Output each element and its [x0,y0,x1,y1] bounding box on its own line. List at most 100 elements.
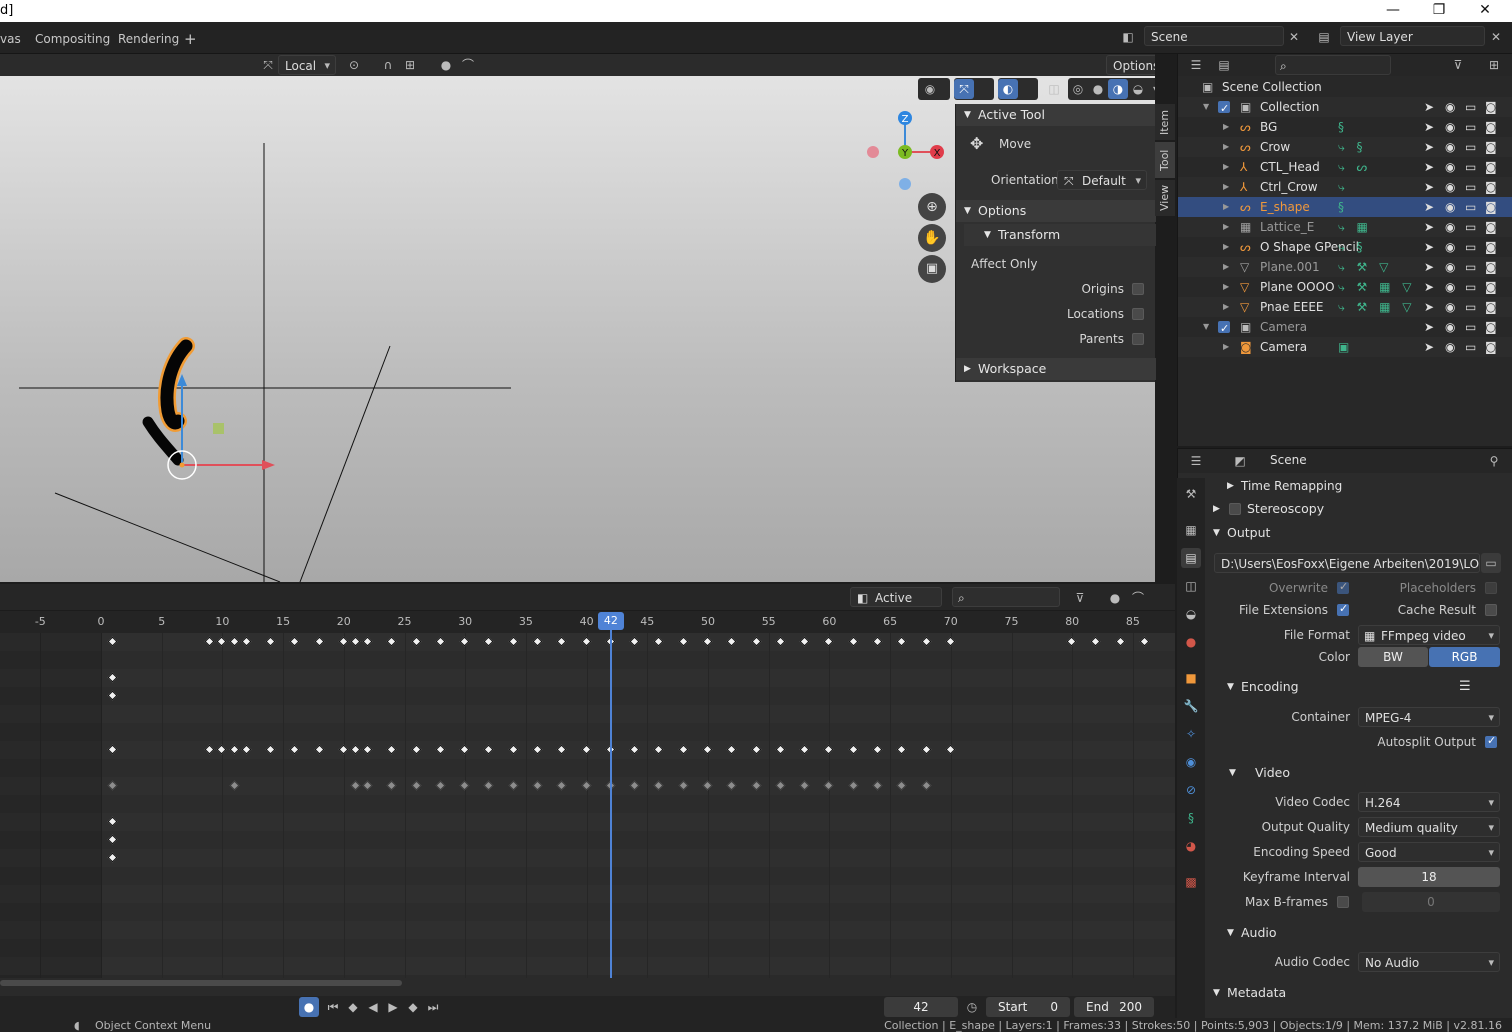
end-frame-field[interactable]: End 200 [1074,997,1154,1017]
encoding-speed-dropdown[interactable]: Good [1358,842,1500,863]
monitor-icon[interactable]: ▭ [1465,197,1476,217]
disclosure-icon[interactable]: ▼ [1203,317,1209,337]
monitor-icon[interactable]: ▭ [1465,257,1476,277]
play-reverse-icon[interactable]: ◀ [363,997,383,1017]
eye-icon[interactable]: ◉ [1445,317,1455,337]
jump-start-icon[interactable]: ⏮ [323,997,343,1017]
proportional-edit-icon[interactable]: ● [1105,588,1125,608]
select-arrow-icon[interactable]: ➤ [1424,277,1434,297]
gizmo-toggle[interactable]: ⤧ [954,78,994,100]
camera-icon[interactable]: ◙ [1485,97,1497,117]
camera-icon[interactable]: ◙ [1485,237,1497,257]
outliner-row[interactable]: ▶ ▽ Plane OOOO ⤷ ⚒ ▦ ▽ ➤ ◉ ▭ ◙ [1178,277,1512,297]
current-frame-indicator[interactable]: 42 [597,612,624,630]
close-icon[interactable]: ✕ [1462,0,1508,22]
monitor-icon[interactable]: ▭ [1465,157,1476,177]
outliner-row[interactable]: ▶ ◙ Camera ▣ ➤ ◉ ▭ ◙ [1178,337,1512,357]
max-bframes-checkbox[interactable] [1337,896,1349,908]
stereoscopy-header[interactable]: ▶ Stereoscopy [1205,498,1512,520]
orientation-default-dropdown[interactable]: ⤧ Default [1057,170,1147,191]
eye-icon[interactable]: ◉ [1445,197,1455,217]
options-dropdown[interactable]: Options [1106,55,1155,76]
disclosure-icon[interactable]: ▶ [1223,257,1229,277]
minimize-icon[interactable]: — [1370,0,1416,22]
camera-icon[interactable]: ◙ [1485,337,1497,357]
dopesheet-editor[interactable]: ◧ Active Only ⌕ ⊽ ● ⌒ -5 0 5 10 15 20 25 30 35 40… [0,584,1175,996]
prev-keyframe-icon[interactable]: ◆ [343,997,363,1017]
scene-field[interactable]: Scene [1144,26,1284,46]
outliner-row[interactable]: ▼ ▣ Collection ➤ ◉ ▭ ◙ [1178,97,1512,119]
disclosure-icon[interactable]: ▶ [1223,117,1229,137]
disclosure-icon[interactable]: ▶ [1223,177,1229,197]
eye-icon[interactable]: ◉ [1445,237,1455,257]
current-frame-field[interactable]: 42 [884,997,958,1017]
channel-search-input[interactable]: ⌕ [952,587,1060,607]
monitor-icon[interactable]: ▭ [1465,317,1476,337]
disclosure-icon[interactable]: ▶ [1223,337,1229,357]
select-arrow-icon[interactable]: ➤ [1424,297,1434,317]
data-icons[interactable]: ⤷ ▦ [1338,217,1372,237]
texture-tab-icon[interactable]: ▩ [1181,872,1201,892]
scene-tab-icon[interactable]: ◒ [1181,604,1201,624]
scene-remove-icon[interactable]: ✕ [1284,27,1304,47]
select-arrow-icon[interactable]: ➤ [1424,337,1434,357]
exclude-checkbox[interactable] [1218,319,1230,339]
disclosure-icon[interactable]: ▶ [1223,237,1229,257]
outliner-row[interactable]: ▶ ▽ Pnae EEEE ⤷ ⚒ ▦ ▽ ➤ ◉ ▭ ◙ [1178,297,1512,317]
color-rgb-button[interactable]: RGB [1429,647,1500,667]
snap-icon[interactable]: ∩ [378,55,398,75]
eye-icon[interactable]: ◉ [1445,137,1455,157]
scene-browse-icon[interactable]: ◧ [1118,27,1138,47]
data-icons[interactable]: ⤷ ⚒ ▽ [1338,257,1392,277]
navigation-gizmo[interactable]: Z X Y [862,108,952,198]
eye-icon[interactable]: ◉ [1445,157,1455,177]
tab-view[interactable]: View [1155,180,1175,216]
display-mode-icon[interactable]: ▤ [1214,55,1234,75]
start-frame-field[interactable]: Start 0 [986,997,1070,1017]
select-arrow-icon[interactable]: ➤ [1424,157,1434,177]
audio-codec-dropdown[interactable]: No Audio [1358,952,1500,973]
play-icon[interactable]: ▶ [383,997,403,1017]
effects-tab-icon[interactable]: ✧ [1181,724,1201,744]
select-arrow-icon[interactable]: ➤ [1424,117,1434,137]
modifier-tab-icon[interactable]: 🔧 [1181,696,1201,716]
overwrite-checkbox[interactable] [1337,580,1349,594]
eye-icon[interactable]: ◉ [1445,97,1455,117]
video-header[interactable]: ▼ Video [1205,762,1512,784]
editor-type-icon[interactable]: ☰ [1186,55,1206,75]
keyframe-interval-field[interactable]: 18 [1358,867,1500,887]
output-quality-dropdown[interactable]: Medium quality [1358,817,1500,838]
disclosure-icon[interactable]: ▶ [1223,217,1229,237]
outliner-row[interactable]: ▶ ⅄ Ctrl_Crow ⤷ ➤ ◉ ▭ ◙ [1178,177,1512,197]
playhead-line[interactable] [609,615,612,978]
material-shading-icon[interactable]: ◑ [1108,79,1128,99]
active-tool-header[interactable]: ▼ Active Tool [956,104,1156,126]
filter-icon[interactable]: ⊽ [1070,588,1090,608]
horizontal-scrollbar[interactable] [0,980,402,986]
orientation-dropdown[interactable]: Local [278,55,336,76]
falloff-icon[interactable]: ⌒ [458,55,478,75]
camera-icon[interactable]: ◙ [1485,297,1497,317]
data-icons[interactable]: § [1338,197,1348,217]
autosplit-checkbox[interactable] [1485,734,1497,748]
file-extensions-checkbox[interactable] [1337,602,1349,616]
disclosure-icon[interactable]: ▶ [1223,297,1229,317]
container-dropdown[interactable]: MPEG-4 [1358,707,1500,728]
outliner-row[interactable]: ▶ ᔕ BG § ➤ ◉ ▭ ◙ [1178,117,1512,137]
camera-view-icon[interactable]: ▣ [918,255,946,283]
tool-tab-icon[interactable]: ⚒ [1181,484,1201,504]
wireframe-shading-icon[interactable]: ◎ [1068,79,1088,99]
disclosure-icon[interactable]: ▶ [1223,157,1229,177]
camera-icon[interactable]: ◙ [1485,317,1497,337]
output-header[interactable]: ▼ Output [1205,522,1512,544]
outliner-row[interactable]: ▶ ᔕ O Shape GPencil ⤷ § ➤ ◉ ▭ ◙ [1178,237,1512,257]
placeholders-checkbox[interactable] [1485,582,1497,594]
eye-icon[interactable]: ◉ [1445,277,1455,297]
select-arrow-icon[interactable]: ➤ [1424,177,1434,197]
monitor-icon[interactable]: ▭ [1465,137,1476,157]
monitor-icon[interactable]: ▭ [1465,117,1476,137]
maximize-icon[interactable]: ❐ [1416,0,1462,22]
disclosure-icon[interactable]: ▼ [1203,97,1209,117]
jump-end-icon[interactable]: ⏭ [423,997,443,1017]
falloff-icon[interactable]: ⌒ [1128,588,1148,608]
